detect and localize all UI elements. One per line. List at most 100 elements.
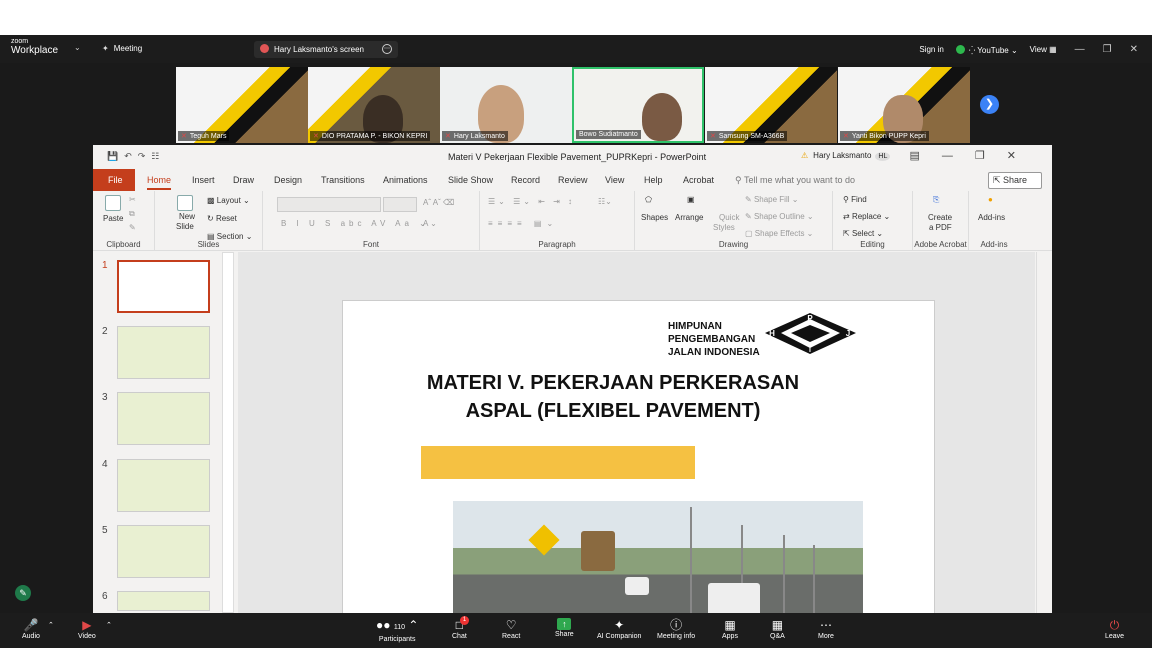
tab-design[interactable]: Design <box>274 175 302 185</box>
apps-button[interactable]: ▦ Apps <box>722 618 738 640</box>
participant-name: ✕ Teguh Mars <box>178 131 230 141</box>
ai-companion-label: AI Companion <box>597 633 642 640</box>
font-name-input[interactable] <box>277 197 381 212</box>
reset-button[interactable]: ↻ Reset <box>207 214 237 223</box>
layout-button[interactable]: ▩ Layout ⌄ <box>207 196 250 205</box>
chevron-down-icon[interactable]: ⌄ <box>74 43 81 52</box>
paste-button[interactable]: Paste <box>103 214 123 223</box>
current-slide[interactable]: HIMPUNAN PENGEMBANGAN JALAN INDONESIA P … <box>342 300 935 634</box>
slide-thumbnail[interactable] <box>117 326 210 379</box>
slide-thumbnail[interactable] <box>117 525 210 578</box>
shapes-button[interactable]: Shapes <box>641 213 668 222</box>
paste-icon <box>105 195 121 213</box>
quick-styles-button[interactable]: Quick <box>719 213 739 222</box>
arrange-icon: ▣ <box>687 195 695 204</box>
participants-button[interactable]: ●● 110 ⌃ Participants <box>376 618 418 643</box>
ai-companion-button[interactable]: ✦ AI Companion <box>597 618 641 640</box>
annotation-icon[interactable]: ✎ <box>15 585 31 601</box>
youtube-status[interactable]: ⁛ YouTube ⌄ <box>955 44 1018 55</box>
share-screen-button[interactable]: ↑ Share <box>555 618 574 638</box>
leave-button[interactable]: ⏻ Leave <box>1105 618 1124 640</box>
arrange-button[interactable]: Arrange <box>675 213 703 222</box>
tab-slide-show[interactable]: Slide Show <box>448 175 493 185</box>
participant-tile[interactable]: ✕ Yanti Bikon PUPP Kepri <box>838 67 970 143</box>
meeting-label: Meeting <box>113 44 143 53</box>
shape-effects-button[interactable]: ▢ Shape Effects ⌄ <box>745 229 813 238</box>
tab-transitions[interactable]: Transitions <box>321 175 365 185</box>
new-slide-button-line2[interactable]: Slide <box>176 222 194 231</box>
create-pdf-button-line2[interactable]: a PDF <box>929 223 952 232</box>
tab-animations[interactable]: Animations <box>383 175 428 185</box>
participant-tile[interactable]: ✕ Teguh Mars <box>176 67 308 143</box>
text-direction-icon[interactable]: ☷⌄ <box>598 197 612 206</box>
more-icon[interactable]: ⋯ <box>382 44 392 54</box>
slide-scrollbar[interactable] <box>1036 252 1050 613</box>
new-slide-button[interactable]: New <box>179 212 195 221</box>
participant-tile[interactable]: ✕ DIO PRATAMA P. - BIKON KEPRI <box>308 67 440 143</box>
font-grow-shrink[interactable]: Aˆ Aˇ ⌫ <box>423 198 454 207</box>
sign-in-link[interactable]: Sign in <box>919 45 943 54</box>
tab-insert[interactable]: Insert <box>192 175 215 185</box>
restore-icon[interactable]: ❐ <box>1103 44 1112 55</box>
create-pdf-button[interactable]: Create <box>928 213 952 222</box>
font-size-input[interactable] <box>383 197 417 212</box>
video-button[interactable]: ▶ Video <box>78 618 96 640</box>
slide-thumbnail[interactable] <box>117 459 210 512</box>
share-screen-label: Share <box>555 631 574 638</box>
align-buttons[interactable]: ≡≡≡≡ ▤⌄ <box>488 219 558 228</box>
addins-button[interactable]: Add-ins <box>978 213 1005 222</box>
format-painter-icon[interactable]: ✎ <box>129 223 136 232</box>
ribbon: Paste ✂ ⧉ ✎ Clipboard New Slide ▩ Layout… <box>93 191 1052 251</box>
minimize-icon[interactable]: — <box>1075 44 1085 55</box>
share-button[interactable]: ⇱ Share ⌄ <box>988 172 1042 196</box>
thumbnail-scrollbar[interactable] <box>222 252 234 613</box>
lightbulb-icon: ⚲ <box>735 175 744 185</box>
react-button[interactable]: ♡ React <box>502 618 520 640</box>
screen-share-indicator[interactable]: Hary Laksmanto's screen ⋯ <box>254 41 398 58</box>
select-button[interactable]: ⇱ Select ⌄ <box>843 229 883 238</box>
tab-acrobat[interactable]: Acrobat <box>683 175 714 185</box>
slide-thumbnail[interactable] <box>117 591 210 611</box>
replace-button[interactable]: ⇄ Replace ⌄ <box>843 212 890 221</box>
video-options[interactable]: ⌃ <box>106 621 112 629</box>
org-line: JALAN INDONESIA <box>668 347 760 358</box>
shape-fill-button[interactable]: ✎ Shape Fill ⌄ <box>745 195 798 204</box>
participant-tile-active[interactable]: Bowo Sudiatmanto <box>572 67 704 143</box>
account[interactable]: ⚠ Hary Laksmanto HL <box>801 151 891 161</box>
view-menu[interactable]: View ▦ <box>1030 45 1057 54</box>
tab-draw[interactable]: Draw <box>233 175 254 185</box>
quick-access-toolbar[interactable]: 💾↶↷☷ <box>107 151 165 162</box>
audio-button[interactable]: 🎤 Audio <box>22 618 40 640</box>
shape-outline-button[interactable]: ✎ Shape Outline ⌄ <box>745 212 814 221</box>
list-buttons[interactable]: ☰⌄ ☰⌄ ⇤ ⇥ ↕ <box>488 197 575 206</box>
close-icon[interactable]: ✕ <box>1130 44 1138 55</box>
tab-file[interactable]: File <box>93 169 135 191</box>
quick-styles-button-line2[interactable]: Styles <box>713 223 735 232</box>
next-page-button[interactable]: ❯ <box>980 95 999 114</box>
window-controls[interactable]: ▤—❐✕ <box>910 149 1038 162</box>
chat-button[interactable]: □ 1 Chat <box>452 616 469 640</box>
powerpoint-window: 💾↶↷☷ Materi V Pekerjaan Flexible Pavemen… <box>93 145 1052 634</box>
copy-icon[interactable]: ⧉ <box>129 209 135 219</box>
slide-thumbnail[interactable] <box>117 260 210 313</box>
brand-main: Workplace <box>11 45 59 56</box>
font-color-button[interactable]: A ⌄ <box>423 219 437 228</box>
qa-button[interactable]: ▦ Q&A <box>770 618 785 640</box>
slide-thumbnail-pane: 1 2 3 4 5 6 <box>93 252 234 613</box>
tab-view[interactable]: View <box>605 175 624 185</box>
tab-home[interactable]: Home <box>147 175 172 190</box>
participant-tile[interactable]: ✕ Hary Laksmanto <box>440 67 572 143</box>
meeting-menu[interactable]: ✦ Meeting <box>102 44 142 53</box>
tab-help[interactable]: Help <box>644 175 663 185</box>
audio-options[interactable]: ⌃ <box>48 621 54 629</box>
find-button[interactable]: ⚲ Find <box>843 195 867 204</box>
font-format-buttons[interactable]: B I U S abc AV Aa ⌄ <box>281 219 430 228</box>
participant-tile[interactable]: ✕ Samsung SM-A366B <box>705 67 837 143</box>
more-button[interactable]: ⋯ More <box>818 618 834 640</box>
tell-me-search[interactable]: ⚲ Tell me what you want to do <box>735 175 855 186</box>
meeting-info-button[interactable]: ⓘ Meeting info <box>657 618 695 640</box>
cut-icon[interactable]: ✂ <box>129 195 136 204</box>
slide-thumbnail[interactable] <box>117 392 210 445</box>
tab-record[interactable]: Record <box>511 175 540 185</box>
tab-review[interactable]: Review <box>558 175 588 185</box>
